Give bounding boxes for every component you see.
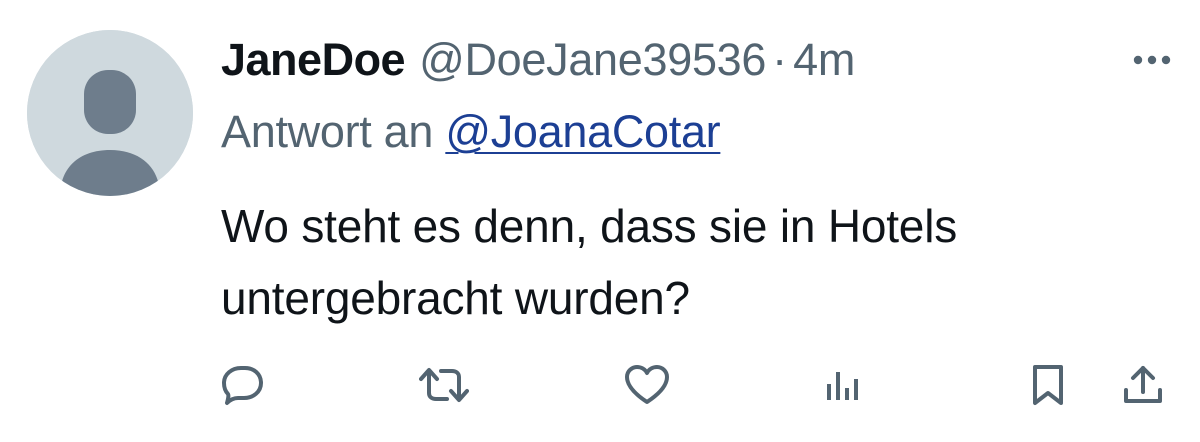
share-button[interactable] xyxy=(1121,360,1165,410)
reply-to-line: Antwort an @JoanaCotar xyxy=(221,106,721,158)
more-horizontal-icon xyxy=(1133,55,1171,65)
tweet-text: Wo steht es denn, dass sie in Hotels unt… xyxy=(221,190,1181,334)
tweet-text-line: Wo steht es denn, dass sie in Hotels xyxy=(221,200,958,252)
display-name[interactable]: JaneDoe xyxy=(221,34,406,86)
repost-arrows-icon xyxy=(419,368,469,402)
default-avatar-icon xyxy=(27,30,193,196)
timestamp[interactable]: 4m xyxy=(793,34,855,86)
tweet-header: JaneDoe @DoeJane39536 · 4m xyxy=(221,34,855,86)
tweet-text-line: untergebracht wurden? xyxy=(221,272,690,324)
user-handle[interactable]: @DoeJane39536 xyxy=(419,34,766,86)
reply-to-handle-link[interactable]: @JoanaCotar xyxy=(445,106,720,157)
bookmark-icon xyxy=(1033,365,1063,405)
bar-chart-icon xyxy=(827,372,858,400)
views-button[interactable] xyxy=(825,360,859,410)
avatar[interactable] xyxy=(27,30,193,196)
action-bar xyxy=(221,360,1181,410)
separator-dot: · xyxy=(772,34,788,85)
reply-to-prefix: Antwort an xyxy=(221,106,446,157)
like-button[interactable] xyxy=(624,360,670,410)
repost-button[interactable] xyxy=(419,360,469,410)
bookmark-button[interactable] xyxy=(1031,360,1065,410)
more-options-button[interactable] xyxy=(1125,42,1179,78)
heart-icon xyxy=(625,365,669,404)
reply-button[interactable] xyxy=(221,360,265,410)
speech-bubble-icon xyxy=(222,366,263,405)
upload-icon xyxy=(1124,366,1162,403)
